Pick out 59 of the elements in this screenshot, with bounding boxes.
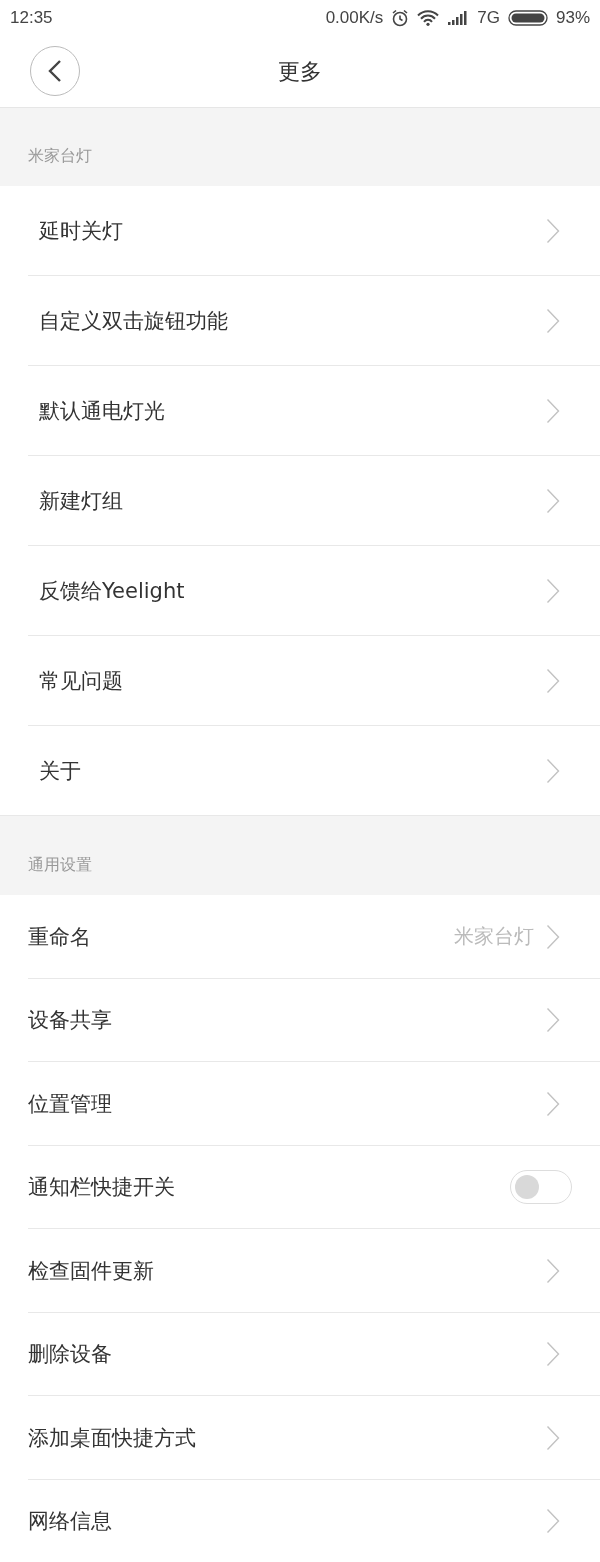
row-label: 常见问题	[39, 668, 124, 695]
row-label: 自定义双击旋钮功能	[39, 308, 229, 335]
row-label: 网络信息	[28, 1508, 113, 1536]
signal-icon	[447, 11, 470, 25]
settings-row[interactable]: 关于	[0, 726, 600, 816]
section-title: 米家台灯	[28, 146, 92, 165]
wifi-icon	[417, 10, 440, 26]
chevron-icon	[546, 1341, 560, 1368]
row-label: 添加桌面快捷方式	[28, 1424, 197, 1452]
settings-row[interactable]: 删除设备	[0, 1312, 600, 1396]
page-title: 更多	[278, 57, 322, 86]
chevron-icon	[546, 1257, 560, 1284]
settings-row[interactable]: 常见问题	[0, 636, 600, 726]
settings-row[interactable]: 位置管理	[0, 1062, 600, 1146]
section-title: 通用设置	[28, 855, 92, 874]
row-label: 默认通电灯光	[39, 398, 166, 425]
settings-row[interactable]: 延时关灯	[0, 186, 600, 276]
settings-row[interactable]: 新建灯组	[0, 456, 600, 546]
settings-row[interactable]: 检查固件更新	[0, 1229, 600, 1313]
row-label: 重命名	[28, 923, 92, 951]
chevron-icon	[546, 308, 560, 334]
chevron-icon	[546, 1508, 560, 1535]
row-label: 新建灯组	[39, 488, 124, 515]
back-icon	[48, 59, 62, 83]
settings-row[interactable]: 设备共享	[0, 978, 600, 1062]
chevron-icon	[546, 1007, 560, 1034]
row-label: 反馈给Yeelight	[39, 578, 186, 605]
battery-icon	[507, 10, 548, 26]
network-speed: 0.00K/s	[325, 8, 384, 28]
row-label: 删除设备	[28, 1341, 113, 1369]
row-label: 关于	[39, 758, 82, 785]
toggle-switch[interactable]	[510, 1170, 572, 1205]
chevron-icon	[546, 578, 560, 604]
back-button[interactable]	[30, 46, 80, 96]
row-value: 米家台灯	[454, 923, 534, 951]
alarm-icon	[391, 9, 410, 27]
row-label: 位置管理	[28, 1090, 113, 1118]
chevron-icon	[546, 923, 560, 950]
battery-level: 93%	[555, 8, 590, 28]
chevron-icon	[546, 1090, 560, 1117]
settings-row[interactable]: 反馈给Yeelight	[0, 546, 600, 636]
row-label: 检查固件更新	[28, 1257, 155, 1285]
chevron-icon	[546, 1424, 560, 1451]
network-type: 7G	[477, 8, 500, 28]
chevron-icon	[546, 398, 560, 424]
row-label: 通知栏快捷开关	[28, 1174, 176, 1202]
chevron-icon	[546, 218, 560, 244]
settings-row[interactable]: 自定义双击旋钮功能	[0, 276, 600, 366]
settings-row[interactable]: 重命名 米家台灯	[0, 895, 600, 979]
chevron-icon	[546, 488, 560, 514]
clock: 12:35	[10, 8, 53, 28]
settings-row[interactable]: 默认通电灯光	[0, 366, 600, 456]
settings-row[interactable]: 网络信息	[0, 1479, 600, 1562]
row-label: 设备共享	[28, 1007, 113, 1035]
settings-row[interactable]: 通知栏快捷开关	[0, 1145, 600, 1229]
chevron-icon	[546, 758, 560, 784]
chevron-icon	[546, 668, 560, 694]
row-label: 延时关灯	[39, 218, 124, 245]
settings-row[interactable]: 添加桌面快捷方式	[0, 1396, 600, 1480]
